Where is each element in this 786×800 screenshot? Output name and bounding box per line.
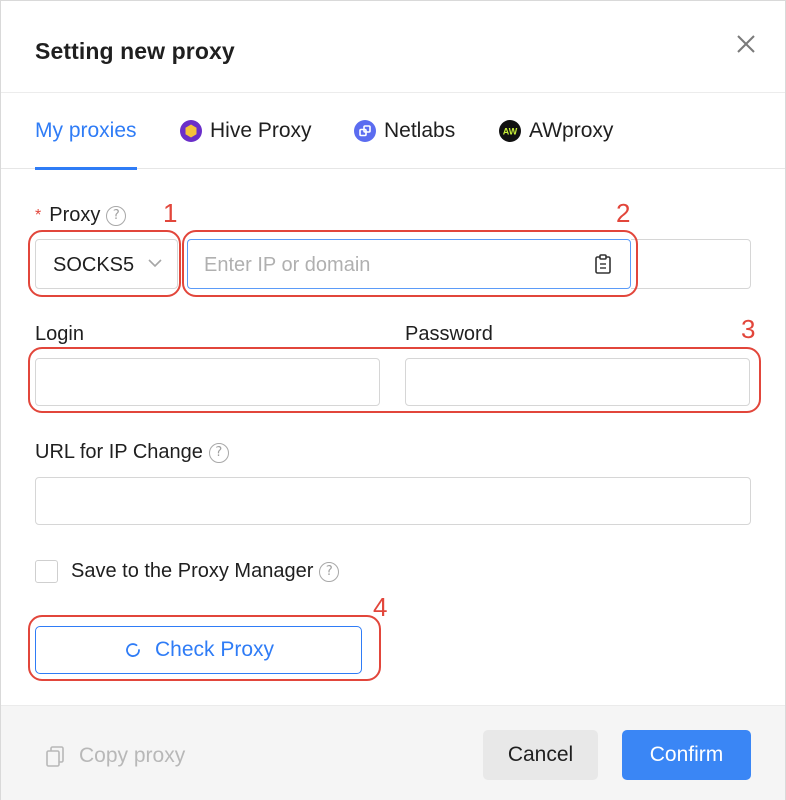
close-icon[interactable] [732,30,760,58]
proxy-host-input[interactable]: Enter IP or domain [187,239,631,289]
check-proxy-button[interactable]: Check Proxy [35,626,362,674]
dialog-footer: Copy proxy Cancel Confirm [1,705,785,800]
login-label: Login [35,323,84,345]
awproxy-icon: AW [499,120,521,142]
copy-proxy-label: Copy proxy [79,744,186,767]
proxy-port-input[interactable] [631,239,751,289]
dialog-title: Setting new proxy [35,38,235,64]
copy-proxy-button[interactable]: Copy proxy [45,744,185,768]
tab-label: My proxies [35,119,137,142]
annotation-number-2: 2 [616,198,631,228]
hive-icon [180,120,202,142]
check-proxy-label: Check Proxy [154,638,275,661]
confirm-button[interactable]: Confirm [622,730,751,780]
login-input[interactable] [35,358,380,406]
proxy-label-row: * Proxy ? [35,204,127,227]
annotation-number-1: 1 [163,198,178,228]
proxy-host-placeholder: Enter IP or domain [204,254,371,276]
dialog-header: Setting new proxy [1,1,785,93]
tab-label: AWproxy [529,119,614,142]
chevron-down-icon [148,259,162,268]
refresh-icon [126,643,140,657]
copy-icon [46,746,64,767]
svg-text:AW: AW [503,127,518,137]
tab-label: Netlabs [384,119,456,142]
tab-awproxy[interactable]: AW AWproxy [499,119,613,169]
tab-netlabs[interactable]: Netlabs [354,119,455,169]
tab-bar: My proxies Hive Proxy Netlabs AW AWproxy [1,93,785,170]
proxy-dialog: Setting new proxy My proxies Hive Proxy [0,0,786,800]
ip-change-label: URL for IP Change [35,441,203,463]
cancel-button[interactable]: Cancel [483,730,598,780]
password-label: Password [405,323,493,345]
save-to-manager-checkbox[interactable] [35,560,58,583]
clipboard-icon[interactable] [594,254,612,274]
proxy-type-value: SOCKS5 [53,254,135,276]
tab-my-proxies[interactable]: My proxies [35,119,137,170]
help-icon[interactable]: ? [208,442,229,463]
login-label-row: Login [35,323,84,346]
proxy-label: Proxy [49,204,101,226]
help-icon[interactable]: ? [319,561,340,582]
help-icon[interactable]: ? [106,205,127,226]
password-label-row: Password [405,323,493,346]
password-input[interactable] [405,358,750,406]
ip-change-url-input[interactable] [35,477,751,525]
save-to-manager-row: Save to the Proxy Manager ? [71,560,340,583]
required-mark: * [35,206,42,224]
ip-change-label-row: URL for IP Change ? [35,441,229,464]
proxy-type-select[interactable]: SOCKS5 [35,239,178,289]
tab-hive-proxy[interactable]: Hive Proxy [180,119,312,169]
tab-label: Hive Proxy [210,119,312,142]
netlabs-icon [354,120,376,142]
annotation-number-3: 3 [741,314,756,344]
annotation-number-4: 4 [373,592,388,622]
save-to-manager-label[interactable]: Save to the Proxy Manager [71,560,313,583]
